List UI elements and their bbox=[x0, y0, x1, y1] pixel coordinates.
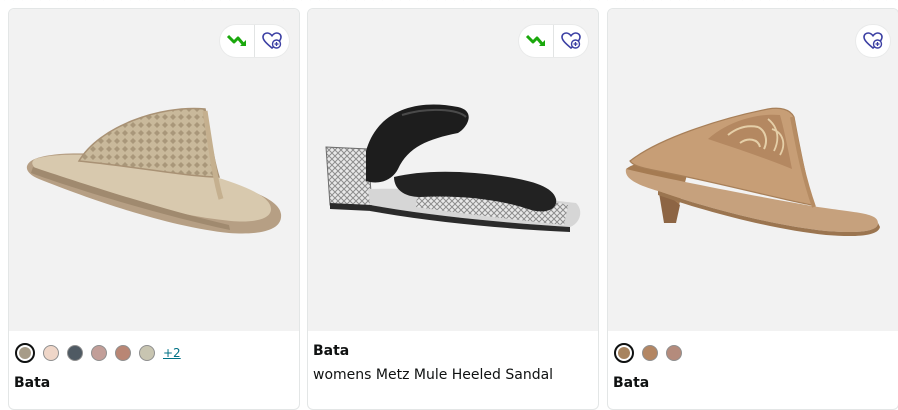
product-card[interactable]: Bata womens Metz Mule Heeled Sandal bbox=[307, 8, 599, 410]
product-image[interactable] bbox=[308, 9, 598, 331]
color-swatch[interactable] bbox=[115, 345, 131, 361]
card-actions bbox=[519, 25, 588, 57]
color-swatches bbox=[614, 343, 682, 363]
color-swatch[interactable] bbox=[666, 345, 682, 361]
color-swatch[interactable] bbox=[67, 345, 83, 361]
product-card[interactable]: Bata bbox=[607, 8, 898, 410]
color-swatch[interactable] bbox=[91, 345, 107, 361]
more-colors-link[interactable]: +2 bbox=[163, 346, 181, 360]
product-image[interactable] bbox=[608, 9, 898, 331]
color-swatch[interactable] bbox=[15, 343, 35, 363]
price-drop-icon[interactable] bbox=[220, 25, 254, 57]
price-drop-icon[interactable] bbox=[519, 25, 553, 57]
product-brand: Bata bbox=[613, 375, 650, 391]
black-mule-heeled-sandal-image bbox=[325, 104, 581, 232]
card-actions bbox=[856, 25, 890, 57]
product-title[interactable]: womens Metz Mule Heeled Sandal bbox=[313, 367, 553, 383]
color-swatch[interactable] bbox=[614, 343, 634, 363]
wishlist-heart-icon[interactable] bbox=[856, 25, 890, 57]
wishlist-heart-icon[interactable] bbox=[553, 25, 588, 57]
card-actions bbox=[220, 25, 289, 57]
product-image[interactable] bbox=[9, 9, 299, 331]
wishlist-heart-icon[interactable] bbox=[254, 25, 289, 57]
previous-row-cutoff bbox=[0, 0, 898, 6]
embellished-heeled-thong-sandal-image bbox=[625, 107, 880, 237]
color-swatches: +2 bbox=[15, 343, 181, 363]
color-swatch[interactable] bbox=[139, 345, 155, 361]
flat-thong-sandal-image bbox=[26, 107, 282, 234]
product-brand: Bata bbox=[313, 343, 350, 359]
product-brand: Bata bbox=[14, 375, 51, 391]
product-card[interactable]: +2 Bata bbox=[8, 8, 300, 410]
color-swatch[interactable] bbox=[43, 345, 59, 361]
color-swatch[interactable] bbox=[642, 345, 658, 361]
